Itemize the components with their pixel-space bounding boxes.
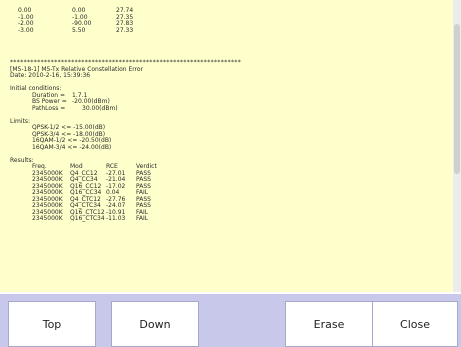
down-button[interactable]: Down bbox=[111, 301, 199, 347]
result-verdict: FAIL bbox=[136, 215, 149, 222]
bottom-toolbar: Top Down Erase Close bbox=[0, 294, 461, 347]
top-button[interactable]: Top bbox=[8, 301, 96, 347]
result-log-panel: 0.00 0.00 27.74 -1.00 -1.00 27.35 -2.00 … bbox=[0, 0, 454, 292]
results-row: 2345000K Q16_CTC34 -11.03 FAIL bbox=[18, 215, 448, 223]
result-rce: -11.03 bbox=[106, 215, 126, 222]
top-cell: 5.50 bbox=[72, 26, 86, 34]
erase-button[interactable]: Erase bbox=[285, 301, 373, 347]
condition-value: 30.00(dBm) bbox=[82, 104, 118, 112]
close-button[interactable]: Close bbox=[372, 301, 458, 347]
result-freq: 2345000K bbox=[32, 215, 63, 222]
top-cell: 27.33 bbox=[116, 26, 134, 34]
result-mod: Q16_CTC34 bbox=[70, 215, 105, 222]
top-cell: -3.00 bbox=[18, 26, 34, 34]
log-content: 0.00 0.00 27.74 -1.00 -1.00 27.35 -2.00 … bbox=[10, 7, 448, 223]
scrollbar-thumb[interactable] bbox=[454, 24, 460, 174]
log-scrollbar[interactable] bbox=[453, 0, 461, 292]
condition-label: PathLoss = bbox=[32, 104, 66, 112]
